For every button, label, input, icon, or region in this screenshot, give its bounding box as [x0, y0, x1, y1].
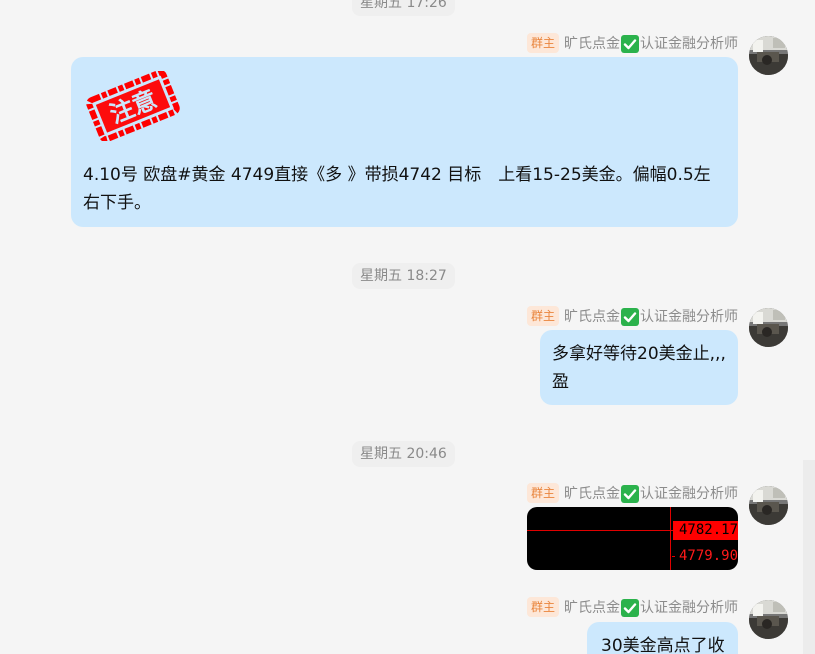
avatar[interactable]	[749, 308, 788, 347]
sender-name-group[interactable]: 旷氏点金 认证金融分析师	[564, 33, 738, 53]
sender-header: 群主 旷氏点金 认证金融分析师	[526, 32, 738, 54]
price-high-value: 4782.17	[679, 522, 738, 538]
sender-title: 认证金融分析师	[640, 36, 738, 52]
attention-stamp-image[interactable]: 注意	[85, 69, 181, 143]
sender-name: 旷氏点金	[564, 309, 620, 325]
verified-check-icon	[621, 599, 639, 617]
timestamp: 星期五 18:27	[352, 263, 455, 289]
chart-screenshot-image[interactable]: 4782.17 4779.90	[527, 507, 738, 570]
price-tag-high: 4782.17	[673, 521, 738, 540]
owner-badge: 群主	[526, 33, 559, 53]
price-label-low: 4779.90	[679, 547, 738, 566]
sender-title: 认证金融分析师	[640, 600, 738, 616]
message-bubble[interactable]: 30美金高点了收	[587, 622, 738, 654]
scrollbar-track[interactable]	[803, 460, 815, 654]
sender-name-group[interactable]: 旷氏点金 认证金融分析师	[564, 483, 738, 503]
sender-name: 旷氏点金	[564, 36, 620, 52]
timestamp-text: 星期五 18:27	[360, 268, 447, 284]
verified-check-icon	[621, 35, 639, 53]
avatar[interactable]	[749, 486, 788, 525]
timestamp-text: 星期五 17:26	[360, 0, 447, 11]
sender-header: 群主 旷氏点金 认证金融分析师	[526, 596, 738, 618]
avatar[interactable]	[749, 36, 788, 75]
owner-badge: 群主	[526, 306, 559, 326]
message-text: 4.10号 欧盘#黄金 4749直接《多 》带损4742 目标 上看15-25美…	[83, 165, 711, 213]
message-bubble[interactable]: 多拿好等待20美金止,,,盈	[540, 330, 738, 405]
price-low-value: 4779.90	[679, 548, 738, 564]
sender-title: 认证金融分析师	[640, 309, 738, 325]
sender-name: 旷氏点金	[564, 486, 620, 502]
sender-name-group[interactable]: 旷氏点金 认证金融分析师	[564, 597, 738, 617]
sender-name: 旷氏点金	[564, 600, 620, 616]
verified-check-icon	[621, 485, 639, 503]
message-bubble[interactable]: 注意 4.10号 欧盘#黄金 4749直接《多 》带损4742 目标 上看15-…	[71, 57, 738, 227]
avatar[interactable]	[749, 600, 788, 639]
price-line-vertical	[670, 507, 671, 570]
sender-header: 群主 旷氏点金 认证金融分析师	[526, 305, 738, 327]
timestamp-text: 星期五 20:46	[360, 446, 447, 462]
message-text: 30美金高点了收	[601, 636, 725, 654]
sender-title: 认证金融分析师	[640, 486, 738, 502]
verified-check-icon	[621, 308, 639, 326]
timestamp: 星期五 20:46	[352, 441, 455, 467]
timestamp: 星期五 17:26	[352, 0, 455, 16]
owner-badge: 群主	[526, 483, 559, 503]
message-text: 多拿好等待20美金止,,,盈	[552, 344, 726, 392]
sender-header: 群主 旷氏点金 认证金融分析师	[526, 482, 738, 504]
price-tick-dash	[672, 556, 675, 557]
owner-badge: 群主	[526, 597, 559, 617]
sender-name-group[interactable]: 旷氏点金 认证金融分析师	[564, 306, 738, 326]
